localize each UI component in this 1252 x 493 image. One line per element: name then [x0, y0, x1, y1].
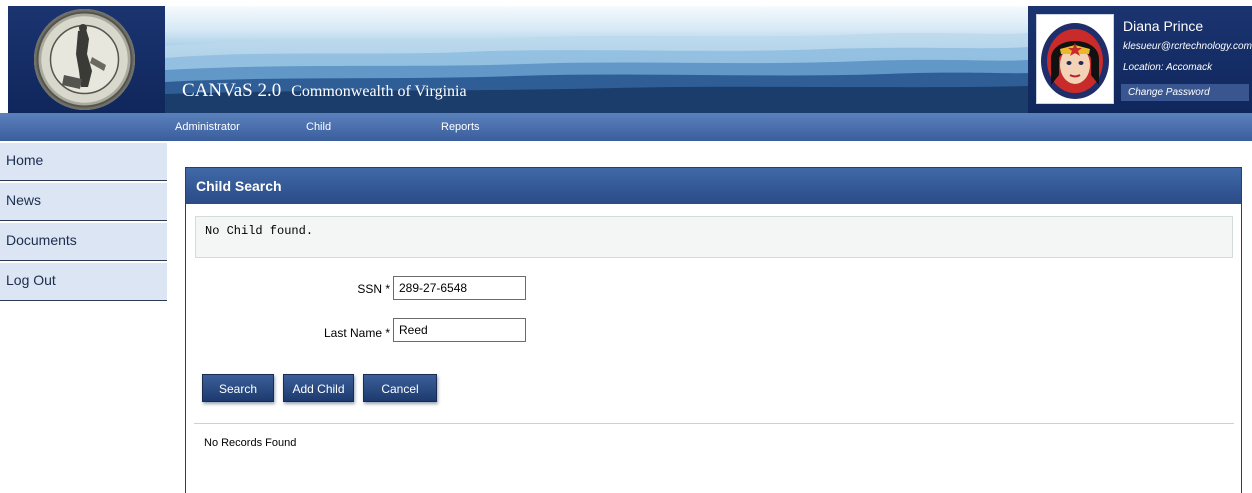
- virginia-seal-icon: [34, 9, 135, 110]
- sidebar-item-log-out[interactable]: Log Out: [0, 263, 167, 301]
- nav-item-child[interactable]: Child: [306, 121, 331, 133]
- divider: [194, 423, 1234, 424]
- user-avatar-icon: [1036, 14, 1114, 104]
- search-button[interactable]: Search: [202, 374, 274, 402]
- sidebar: Home News Documents Log Out: [0, 143, 167, 303]
- app-name: CANVaS 2.0: [182, 80, 282, 101]
- header-banner: CANVaS 2.0 Commonwealth of Virginia: [165, 6, 1028, 113]
- results-text: No Records Found: [204, 437, 297, 449]
- sidebar-item-documents[interactable]: Documents: [0, 223, 167, 261]
- sidebar-item-home[interactable]: Home: [0, 143, 167, 181]
- user-name: Diana Prince: [1123, 18, 1204, 34]
- ssn-label: SSN *: [357, 282, 390, 296]
- user-location: Location: Accomack: [1123, 62, 1213, 73]
- last-name-label: Last Name *: [323, 326, 390, 340]
- app-title: CANVaS 2.0 Commonwealth of Virginia: [182, 80, 467, 102]
- app-subtitle: Commonwealth of Virginia: [291, 83, 467, 100]
- add-child-button[interactable]: Add Child: [283, 374, 354, 402]
- status-message: No Child found.: [195, 216, 1233, 258]
- header: CANVaS 2.0 Commonwealth of Virginia Diana…: [0, 0, 1252, 113]
- last-name-input[interactable]: [393, 318, 526, 342]
- panel-title: Child Search: [186, 168, 1241, 204]
- nav-item-administrator[interactable]: Administrator: [175, 121, 240, 133]
- nav-item-reports[interactable]: Reports: [441, 121, 480, 133]
- child-search-panel: Child Search No Child found. SSN * Last …: [185, 167, 1242, 493]
- seal-box: [8, 6, 165, 113]
- cancel-button[interactable]: Cancel: [363, 374, 437, 402]
- change-password-link[interactable]: Change Password: [1121, 84, 1249, 101]
- sidebar-item-news[interactable]: News: [0, 183, 167, 221]
- main-nav: Administrator Child Reports: [0, 113, 1252, 141]
- user-panel: Diana Prince klesueur@rcrtechnology.com …: [1028, 6, 1252, 113]
- user-email: klesueur@rcrtechnology.com: [1123, 41, 1252, 52]
- ssn-input[interactable]: [393, 276, 526, 300]
